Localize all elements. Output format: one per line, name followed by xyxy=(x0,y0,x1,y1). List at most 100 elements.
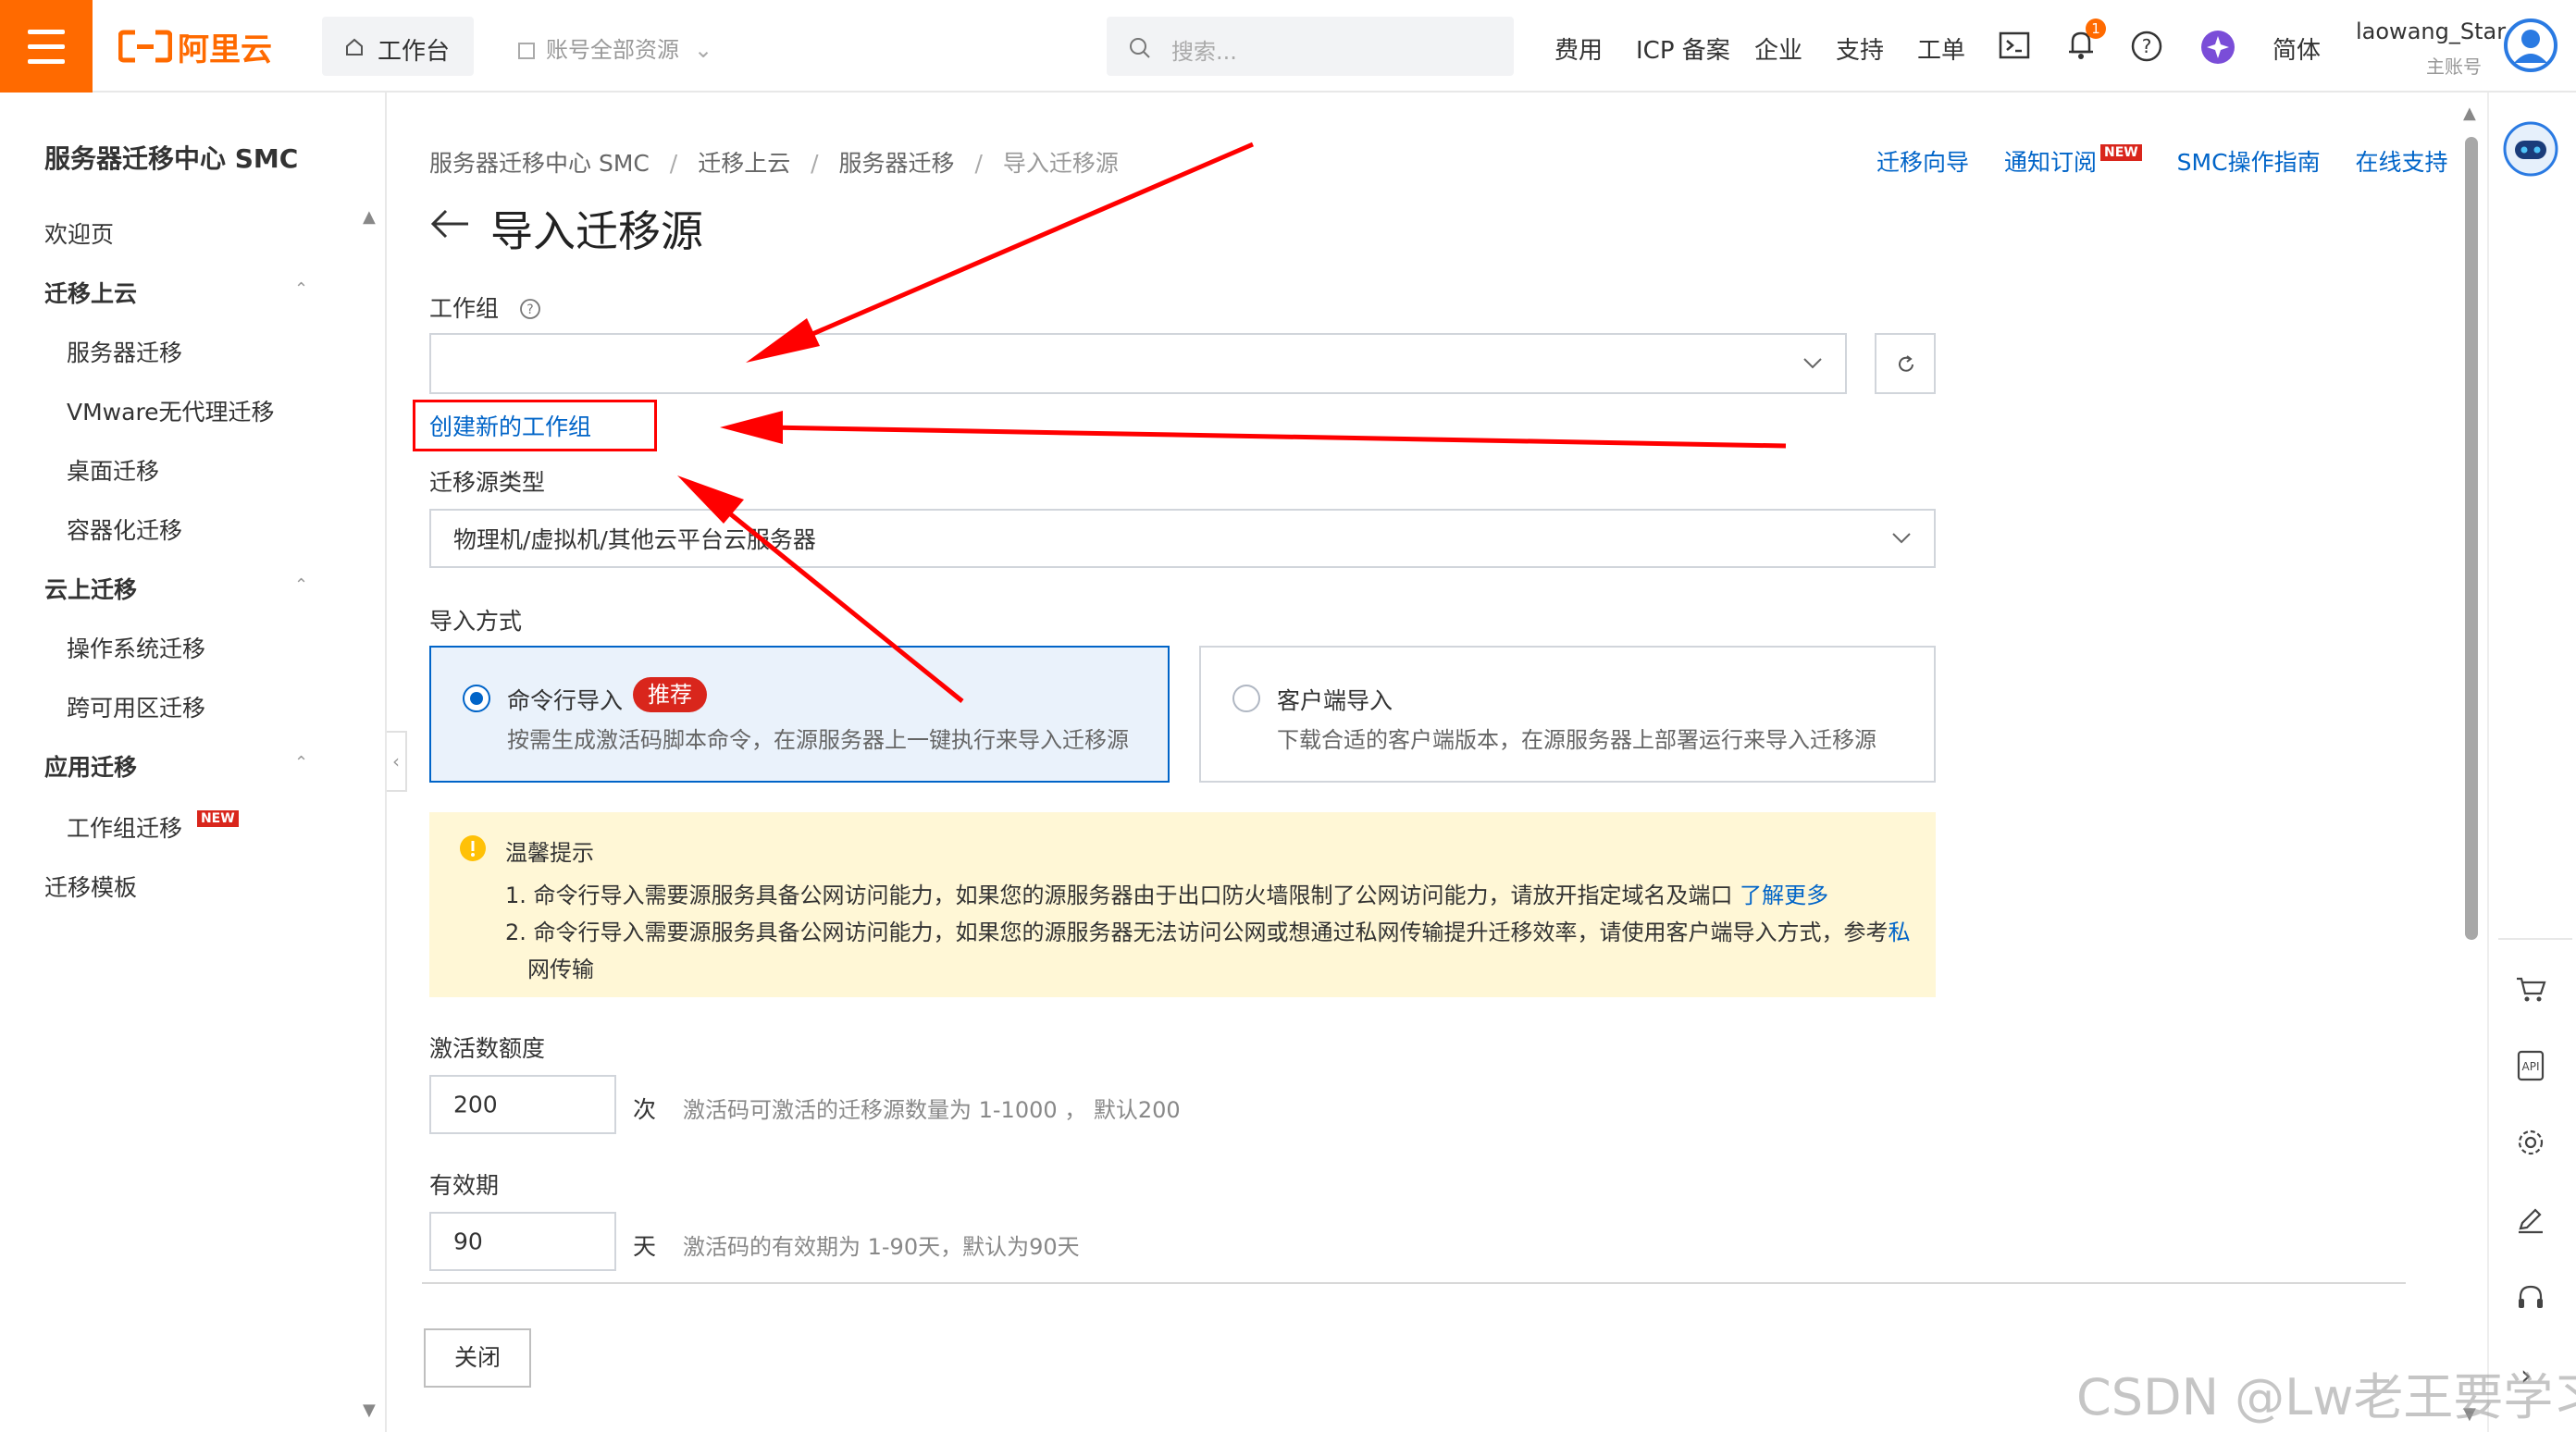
nav-icp[interactable]: ICP 备案 xyxy=(1636,31,1730,66)
chevron-down-icon: ⌄ xyxy=(694,37,713,63)
method-client-card[interactable]: 客户端导入 下载合适的客户端版本，在源服务器上部署运行来导入迁移源 xyxy=(1199,646,1936,783)
logo-mark-icon xyxy=(118,30,172,63)
sidebar-group-migrate-to-cloud[interactable]: 迁移上云 xyxy=(44,276,137,309)
validity-label: 有效期 xyxy=(429,1172,500,1199)
notification-subscribe-link[interactable]: 通知订阅 NEW xyxy=(2004,144,2149,176)
quota-unit: 次 xyxy=(633,1096,657,1123)
radio-client[interactable] xyxy=(1232,685,1260,712)
main-scrollbar[interactable]: ▲ ▼ xyxy=(2459,100,2482,1432)
ai-assistant-icon[interactable] xyxy=(2200,30,2235,65)
edit-icon[interactable] xyxy=(2509,1199,2552,1241)
migration-guide-link[interactable]: 迁移向导 xyxy=(1876,149,1969,176)
validity-input[interactable]: 90 xyxy=(429,1212,616,1271)
learn-more-link[interactable]: 了解更多 xyxy=(1740,883,1828,908)
menu-button[interactable] xyxy=(0,0,93,93)
scroll-down-icon[interactable]: ▼ xyxy=(363,1401,376,1420)
resource-icon xyxy=(518,43,535,59)
breadcrumb-item[interactable]: 服务器迁移中心 SMC xyxy=(429,150,650,177)
breadcrumb-item[interactable]: 服务器迁移 xyxy=(839,150,955,177)
help-icon[interactable]: ? xyxy=(2130,30,2163,63)
refresh-button[interactable] xyxy=(1875,333,1936,394)
method-cli-card[interactable]: 命令行导入 推荐 按需生成激活码脚本命令，在源服务器上一键执行来导入迁移源 xyxy=(429,646,1170,783)
sidebar-collapse-handle[interactable]: ‹ xyxy=(387,731,407,792)
api-icon[interactable]: API xyxy=(2509,1043,2552,1086)
chevron-up-icon[interactable]: ⌃ xyxy=(294,575,308,595)
radio-cli[interactable] xyxy=(463,685,490,712)
smc-manual-link[interactable]: SMC操作指南 xyxy=(2177,149,2321,176)
notice-line-1-text: 1. 命令行导入需要源服务具备公网访问能力，如果您的源服务器由于出口防火墙限制了… xyxy=(505,883,1733,908)
quota-input[interactable]: 200 xyxy=(429,1075,616,1134)
home-icon xyxy=(346,38,363,56)
scroll-up-icon[interactable]: ▲ xyxy=(363,207,376,227)
top-links: 迁移向导 通知订阅 NEW SMC操作指南 在线支持 xyxy=(1876,144,2448,178)
close-button[interactable]: 关闭 xyxy=(424,1328,531,1388)
sidebar-item-workgroup-migration[interactable]: 工作组迁移 NEW xyxy=(67,810,239,844)
sidebar-group-app-migration[interactable]: 应用迁移 xyxy=(44,749,137,783)
logo-text: 阿里云 xyxy=(178,31,272,68)
breadcrumb-item[interactable]: 迁移上云 xyxy=(698,150,790,177)
sidebar: 服务器迁移中心 SMC 欢迎页 迁移上云 ⌃ 服务器迁移 VMware无代理迁移… xyxy=(0,93,387,1432)
avatar[interactable] xyxy=(2504,19,2557,72)
terminal-icon[interactable] xyxy=(1999,31,2030,59)
import-method-label: 导入方式 xyxy=(429,608,523,635)
quota-hint: 激活码可激活的迁移源数量为 1-1000 ， 默认200 xyxy=(683,1097,1181,1123)
notice-line-1: 1. 命令行导入需要源服务具备公网访问能力，如果您的源服务器由于出口防火墙限制了… xyxy=(505,877,1828,909)
search-box[interactable]: 搜索... xyxy=(1107,17,1514,76)
search-placeholder: 搜索... xyxy=(1171,39,1237,65)
chevron-up-icon[interactable]: ⌃ xyxy=(294,753,308,772)
quota-label: 激活数额度 xyxy=(429,1035,546,1062)
help-circle-icon[interactable]: ? xyxy=(519,298,541,320)
notice-line-2-text: 2. 命令行导入需要源服务具备公网访问能力，如果您的源服务器无法访问公网或想通过… xyxy=(505,920,1889,945)
page-title: 导入迁移源 xyxy=(490,206,703,256)
nav-support[interactable]: 支持 xyxy=(1836,31,1884,66)
chevron-down-icon xyxy=(1892,533,1911,544)
sidebar-scrollbar[interactable]: ▲ ▼ xyxy=(357,207,381,1420)
resource-scope-select[interactable]: 账号全部资源 ⌄ xyxy=(518,31,712,64)
sidebar-item-vmware-migration[interactable]: VMware无代理迁移 xyxy=(67,394,275,427)
toolbar-divider xyxy=(2498,938,2572,940)
sidebar-item-os-migration[interactable]: 操作系统迁移 xyxy=(67,631,205,664)
username[interactable]: laowang_Star xyxy=(2356,19,2506,44)
create-workgroup-link[interactable]: 创建新的工作组 xyxy=(429,409,591,442)
sidebar-item-server-migration[interactable]: 服务器迁移 xyxy=(67,335,182,368)
scroll-up-icon[interactable]: ▲ xyxy=(2463,104,2476,123)
workgroup-label: 工作组 ? xyxy=(429,290,541,324)
sidebar-item-template[interactable]: 迁移模板 xyxy=(44,870,137,903)
sidebar-title: 服务器迁移中心 SMC xyxy=(44,143,299,174)
online-support-link[interactable]: 在线支持 xyxy=(2356,149,2448,176)
notification-bell[interactable]: 1 xyxy=(2065,19,2106,65)
sidebar-item-desktop-migration[interactable]: 桌面迁移 xyxy=(67,453,159,487)
language-switch[interactable]: 简体 xyxy=(2273,31,2321,66)
nav-billing[interactable]: 费用 xyxy=(1554,31,1603,66)
tips-notice: 温馨提示 1. 命令行导入需要源服务具备公网访问能力，如果您的源服务器由于出口防… xyxy=(429,812,1936,997)
method-client-title: 客户端导入 xyxy=(1277,687,1393,714)
workbench-button[interactable]: 工作台 xyxy=(322,17,474,76)
source-type-value: 物理机/虚拟机/其他云平台云服务器 xyxy=(453,526,816,553)
scrollbar-thumb[interactable] xyxy=(2465,137,2478,940)
headset-icon[interactable] xyxy=(2509,1277,2552,1319)
gear-icon[interactable] xyxy=(2509,1121,2552,1164)
workgroup-select[interactable] xyxy=(429,333,1847,394)
private-network-link-cont[interactable]: 网传输 xyxy=(527,951,594,983)
breadcrumb-separator: / xyxy=(811,150,819,177)
sidebar-item-container-migration[interactable]: 容器化迁移 xyxy=(67,512,182,546)
back-arrow-icon[interactable] xyxy=(429,207,470,241)
close-button-label: 关闭 xyxy=(453,1344,501,1371)
refresh-icon xyxy=(1899,355,1913,372)
chevron-up-icon[interactable]: ⌃ xyxy=(294,279,308,299)
private-network-link[interactable]: 私 xyxy=(1889,920,1911,945)
sidebar-item-welcome[interactable]: 欢迎页 xyxy=(44,216,114,250)
sidebar-item-cross-zone[interactable]: 跨可用区迁移 xyxy=(67,690,205,723)
nav-enterprise[interactable]: 企业 xyxy=(1754,31,1802,66)
method-cli-desc: 按需生成激活码脚本命令，在源服务器上一键执行来导入迁移源 xyxy=(507,727,1129,753)
source-type-select[interactable]: 物理机/虚拟机/其他云平台云服务器 xyxy=(429,509,1936,568)
new-badge: NEW xyxy=(2099,144,2142,161)
svg-text:?: ? xyxy=(526,302,533,317)
validity-value: 90 xyxy=(453,1228,483,1255)
sidebar-group-in-cloud[interactable]: 云上迁移 xyxy=(44,572,137,605)
cart-icon[interactable] xyxy=(2509,968,2552,1010)
aliyun-logo[interactable]: 阿里云 xyxy=(118,28,272,68)
quota-value: 200 xyxy=(453,1091,498,1118)
nav-ticket[interactable]: 工单 xyxy=(1917,31,1965,66)
robot-assistant-icon[interactable] xyxy=(2502,120,2559,178)
